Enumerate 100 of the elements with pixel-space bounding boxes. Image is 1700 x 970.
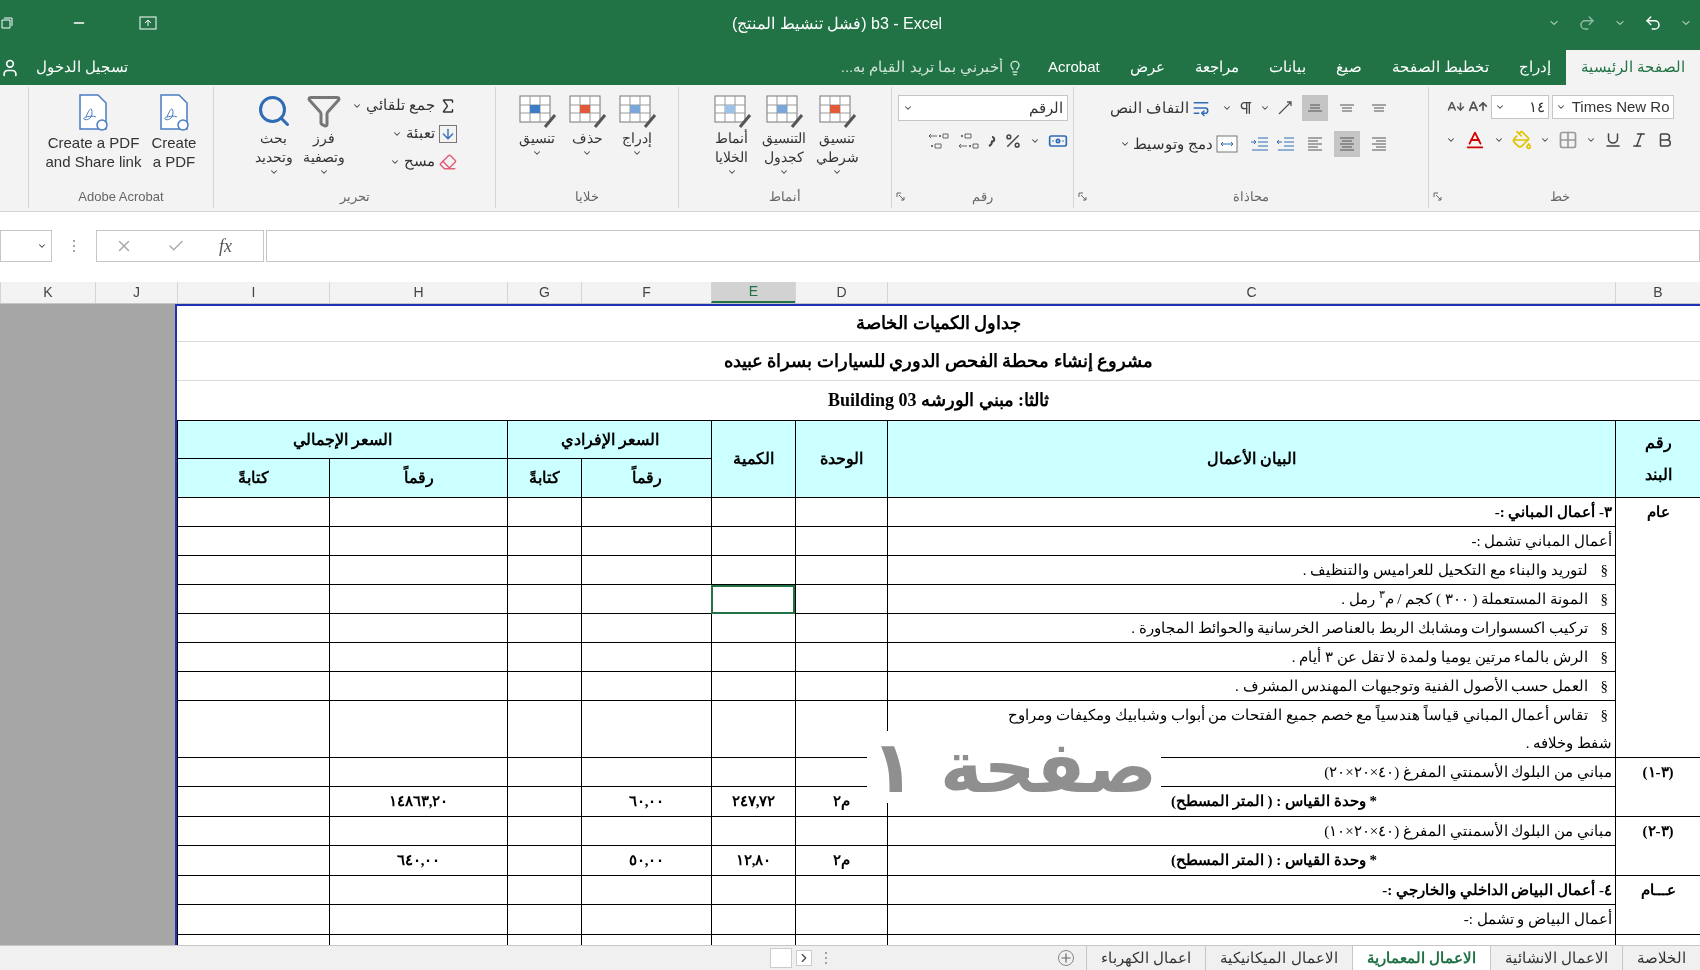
column-header[interactable]: F — [581, 282, 711, 303]
group-label: خلايا — [575, 188, 599, 207]
window-restore-icon[interactable] — [1, 16, 13, 29]
caret-icon — [582, 148, 592, 158]
decimal-icon[interactable] — [957, 131, 980, 151]
table-cell: م٢ — [795, 846, 887, 875]
column-header[interactable]: C — [887, 282, 1615, 303]
ribbon-button[interactable]: مسح — [351, 149, 458, 174]
align-icon — [1370, 136, 1389, 152]
merge-center-button[interactable]: دمج وتوسيط — [1119, 132, 1239, 156]
caret-icon — [832, 167, 842, 177]
ribbon-button[interactable]: بحث وتحديد — [251, 91, 296, 177]
group-label: تحرير — [339, 188, 370, 207]
bullet-item: § تركيب اكسسوارات ومشابك الربط بالعناصر الخرسانية والحوائط المجاورة . — [887, 614, 1615, 643]
column-heading: الوحدة — [795, 421, 887, 497]
ribbon-tab[interactable]: عرض — [1114, 50, 1180, 85]
ribbon-tab[interactable]: تخطيط الصفحة — [1376, 50, 1504, 85]
caret-icon — [778, 167, 789, 177]
ribbon-button[interactable]: أنماط الخلايا — [708, 91, 755, 177]
font-name-dropdown[interactable]: Times New Ro — [1551, 95, 1674, 119]
dialog-launcher-icon[interactable] — [1078, 192, 1087, 201]
column-header[interactable]: E — [711, 282, 795, 303]
fill-color-icon[interactable] — [1511, 130, 1532, 150]
sheet-tab[interactable]: الخلاصة — [1622, 946, 1700, 970]
column-header[interactable]: G — [507, 282, 581, 303]
ribbon-button[interactable]: التنسيق كجدول — [758, 91, 809, 177]
table-style-icon — [817, 93, 857, 129]
font-size-dropdown[interactable]: ١٤ — [1490, 95, 1549, 119]
scroll-tabs-icon[interactable] — [796, 950, 813, 966]
create-pdf-button[interactable]: Create a PDF — [148, 91, 200, 171]
decimal-icon[interactable] — [927, 131, 950, 151]
table-cell: ٥٠,٠٠ — [581, 846, 711, 875]
ribbon-button[interactable]: فرز وتصفية — [299, 91, 348, 177]
align-icon — [1306, 104, 1325, 112]
comma-style-icon[interactable] — [987, 134, 996, 148]
ribbon-button[interactable]: تنسيق — [514, 91, 560, 158]
column-subheading: كتابةً — [177, 459, 329, 497]
ribbon-tab[interactable]: إدراج — [1503, 50, 1566, 85]
ribbon-tab[interactable]: مراجعة — [1179, 50, 1254, 85]
dialog-launcher-icon[interactable] — [1433, 192, 1442, 201]
table-style-icon — [711, 93, 752, 129]
caret-icon — [1539, 135, 1550, 145]
undo-icon[interactable] — [1644, 13, 1662, 32]
percent-icon[interactable] — [1003, 132, 1022, 150]
caret-icon — [318, 167, 329, 177]
ribbon-button[interactable]: جمع تلقائي — [351, 93, 458, 118]
table-cell: ٦٠,٠٠ — [581, 787, 711, 816]
group-label: محاذاة — [1233, 188, 1269, 207]
ribbon-tab[interactable]: بيانات — [1253, 50, 1321, 85]
column-header[interactable]: K — [0, 282, 95, 303]
ribbon-button[interactable]: إدراج — [614, 91, 660, 158]
column-header[interactable]: H — [329, 282, 507, 303]
sort-filter-icon — [305, 93, 342, 129]
ribbon-button[interactable]: تنسيق شرطي — [812, 91, 862, 177]
wrap-text-button[interactable]: التفاف النص — [1109, 96, 1211, 120]
column-heading: البيان الأعمال — [887, 421, 1615, 497]
caret-icon — [37, 241, 47, 251]
sheet-tab[interactable]: اعمال الكهرباء — [1086, 946, 1206, 970]
section-heading: ٣- أعمال المباني :- — [887, 498, 1615, 527]
table-cell: ٢٤٧,٧٢ — [711, 787, 795, 816]
more-options-icon[interactable] — [72, 239, 76, 253]
sign-in-link[interactable]: تسجيل الدخول — [36, 56, 129, 79]
table-cell: أعمال البياض و تشمل :- — [887, 905, 1615, 934]
sheet-tab[interactable]: الاعمال المعمارية — [1351, 946, 1490, 970]
dialog-launcher-icon[interactable] — [896, 192, 905, 201]
ribbon-display-icon[interactable] — [139, 15, 157, 30]
active-cell[interactable] — [711, 585, 795, 614]
ribbon-tab[interactable]: Acrobat — [1032, 50, 1115, 85]
column-header[interactable]: J — [95, 282, 177, 303]
formula-field[interactable] — [266, 230, 1700, 262]
item-number: عام — [1615, 498, 1700, 757]
insert-function-button[interactable]: fx — [219, 232, 232, 260]
sheet-title: مشروع إنشاء محطة الفحص الدوري للسيارات بسراة عبيده — [177, 342, 1700, 381]
user-icon[interactable] — [0, 57, 20, 78]
column-header[interactable]: I — [177, 282, 329, 303]
horizontal-align-button[interactable] — [1334, 131, 1361, 157]
ribbon-button[interactable]: حذف — [564, 91, 610, 158]
vertical-align-button[interactable] — [1302, 95, 1329, 121]
group-label: أنماط — [769, 188, 801, 207]
ribbon-tab[interactable]: صيغ — [1320, 50, 1377, 85]
ribbon-tab[interactable]: الصفحة الرئيسية — [1565, 50, 1700, 85]
group-label: Adobe Acrobat — [78, 188, 164, 207]
column-heading: السعر الإجمالي — [177, 421, 507, 459]
number-format-dropdown[interactable]: الرقم — [897, 95, 1068, 121]
borders-icon[interactable] — [1557, 130, 1578, 150]
section-heading: ٤- أعمال البياض الداخلي والخارجي :- — [887, 876, 1615, 905]
column-heading: الكمية — [711, 421, 795, 497]
column-header[interactable]: B — [1615, 282, 1700, 303]
ribbon-button[interactable]: تعبئة — [351, 121, 458, 146]
caret-icon — [1119, 139, 1130, 149]
create-pdf-button[interactable]: Create a PDF and Share link — [42, 91, 145, 171]
caret-icon — [1494, 102, 1505, 112]
column-heading: رقم البند — [1615, 421, 1700, 497]
merge-icon — [1216, 135, 1239, 153]
bullet-item: § الرش بالماء مرتين يوميا ولمدة لا تقل عن ٣ أيام . — [887, 643, 1615, 672]
sheet-tab[interactable]: الاعمال الميكانيكية — [1205, 946, 1352, 970]
item-number: عـــام — [1615, 876, 1700, 934]
underline-icon[interactable] — [1603, 131, 1622, 149]
cells-icon — [517, 93, 557, 129]
more-options-icon[interactable] — [824, 951, 829, 965]
